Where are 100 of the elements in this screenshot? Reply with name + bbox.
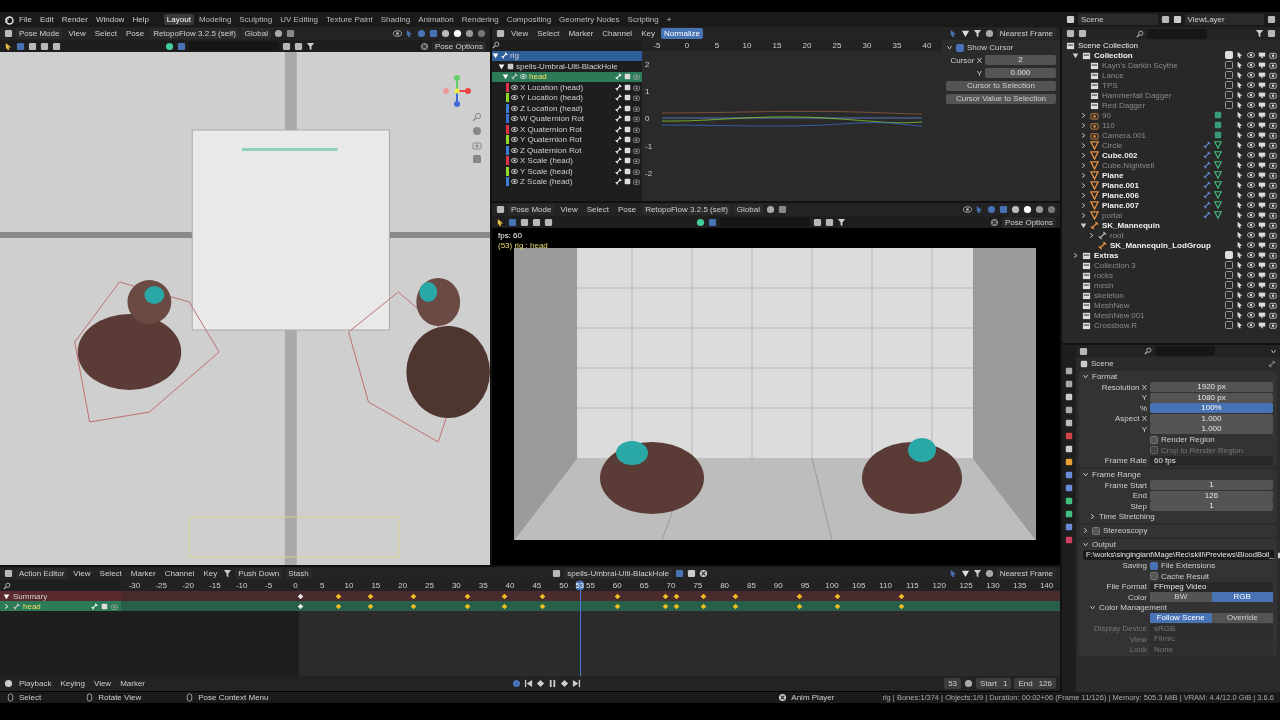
viewport-icon[interactable] [1258, 211, 1266, 219]
render-shading-icon[interactable] [1047, 205, 1056, 214]
disclosure-triangle-icon[interactable] [1080, 221, 1087, 229]
outliner-item[interactable]: Extras [1094, 250, 1119, 260]
viewport-icon[interactable] [1258, 111, 1266, 119]
outliner-item[interactable]: Plane.006 [1102, 190, 1139, 200]
number-field[interactable]: 1 [1150, 501, 1273, 512]
checkbox-icon[interactable] [624, 83, 631, 91]
lock-icon[interactable] [633, 146, 640, 154]
menu-item[interactable]: Window [92, 14, 128, 25]
select-subtract-icon[interactable] [40, 41, 49, 51]
checkbox[interactable] [1150, 561, 1158, 570]
channel-name[interactable]: head [23, 601, 41, 611]
object-filter-icon[interactable] [708, 217, 718, 227]
checkbox-icon[interactable] [101, 602, 108, 610]
armature-icon[interactable] [501, 52, 508, 60]
number-field[interactable]: 126 [1150, 490, 1273, 501]
visibility-icon[interactable] [1247, 221, 1255, 229]
editor-type-icon[interactable] [496, 205, 505, 214]
exclude-checkbox[interactable] [1225, 81, 1233, 89]
checkbox-icon[interactable] [624, 73, 631, 81]
option-button[interactable]: BW [1150, 592, 1212, 603]
channel-name[interactable]: head [529, 72, 547, 82]
pose-options-button[interactable]: Pose Options [431, 40, 486, 52]
channel-name[interactable]: X Location (head) [520, 82, 584, 92]
render-icon[interactable] [1269, 241, 1277, 249]
pause-icon[interactable] [547, 679, 557, 688]
pivot-icon[interactable] [984, 569, 994, 578]
filter-mode-icon[interactable] [1078, 29, 1087, 38]
lock-icon[interactable] [633, 94, 640, 102]
channel-name[interactable]: Y Location (head) [520, 93, 583, 103]
lock-icon[interactable] [633, 115, 640, 123]
channel-name[interactable]: W Quaternion Rot [520, 114, 585, 124]
exclude-checkbox[interactable] [1225, 61, 1233, 69]
subpanel-title[interactable]: Time Stretching [1099, 512, 1155, 522]
xray-icon[interactable] [429, 29, 438, 38]
visibility-icon[interactable] [1247, 171, 1255, 179]
viewport-icon[interactable] [1258, 91, 1266, 99]
render-icon[interactable] [1269, 121, 1277, 129]
search-icon[interactable] [1135, 29, 1144, 38]
exclude-checkbox[interactable] [1225, 281, 1233, 289]
exclude-checkbox[interactable] [1225, 261, 1233, 269]
visibility-icon[interactable] [1247, 61, 1255, 69]
workspace-tab[interactable]: Sculpting [236, 14, 276, 25]
viewport-icon[interactable] [1258, 261, 1266, 269]
push-down-button[interactable]: Push Down [235, 568, 283, 579]
show-cursor-checkbox[interactable] [956, 43, 964, 52]
visibility-icon[interactable] [1247, 71, 1255, 79]
visibility-icon[interactable] [1247, 251, 1255, 259]
gizmo-toggle-icon[interactable] [405, 29, 414, 38]
jump-end-icon[interactable] [571, 679, 581, 688]
cursor-button[interactable]: Cursor Value to Selection [946, 94, 1056, 104]
lock-icon[interactable] [633, 157, 640, 165]
snap-dropdown[interactable]: Nearest Frame [996, 568, 1056, 579]
checkbox-icon[interactable] [624, 157, 631, 165]
outliner-item[interactable]: SK_Mannequin [1102, 220, 1160, 230]
menu-item[interactable]: Keying [57, 678, 88, 689]
exclude-checkbox[interactable] [1225, 91, 1233, 99]
warning-icon[interactable] [960, 29, 970, 38]
overlay-icon[interactable] [417, 29, 426, 38]
channel-name[interactable]: Y Quaternion Rot [520, 135, 582, 145]
render-icon[interactable] [1269, 261, 1277, 269]
editor-type-icon[interactable] [496, 29, 505, 38]
outliner-item[interactable]: TPS [1102, 80, 1118, 90]
menu-item[interactable]: Select [583, 204, 612, 215]
exclude-checkbox[interactable] [1225, 271, 1233, 279]
exclude-checkbox[interactable] [1225, 301, 1233, 309]
viewport-icon[interactable] [1258, 121, 1266, 129]
new-view-layer-icon[interactable] [1267, 15, 1276, 24]
checkbox-icon[interactable] [624, 167, 631, 175]
menu-item[interactable]: Channel [161, 568, 198, 579]
eye-icon[interactable] [511, 157, 518, 165]
search-field[interactable] [1154, 346, 1215, 356]
search-icon[interactable] [1143, 347, 1152, 355]
render-icon[interactable] [1269, 71, 1277, 79]
visibility-icon[interactable] [1247, 281, 1255, 289]
panel-checkbox[interactable] [1092, 526, 1100, 535]
visibility-icon[interactable] [1247, 141, 1255, 149]
select-intersect-icon[interactable] [52, 41, 61, 51]
action-dropdown[interactable]: spells-Umbral-Ulti-BlackHole [564, 568, 673, 579]
number-field[interactable]: 1 [1150, 480, 1273, 491]
menu-item[interactable]: Marker [117, 678, 149, 689]
action-icon[interactable] [507, 62, 514, 70]
visibility-icon[interactable] [1247, 321, 1255, 329]
material-shading-icon[interactable] [465, 29, 474, 38]
render-icon[interactable] [1269, 151, 1277, 159]
outliner-item[interactable]: Camera.001 [1102, 130, 1147, 140]
wireframe-shading-icon[interactable] [441, 29, 450, 38]
render-icon[interactable] [1269, 161, 1277, 169]
channel-name[interactable]: X Quaternion Rot [520, 124, 582, 134]
filter-icon[interactable] [972, 569, 982, 578]
workspace-tab[interactable]: Compositing [503, 14, 555, 25]
checkbox-icon[interactable] [624, 136, 631, 144]
number-field[interactable]: 1.000 [1150, 424, 1273, 435]
viewport-icon[interactable] [1258, 271, 1266, 279]
hierarchy-icon[interactable] [825, 217, 835, 227]
visibility-icon[interactable] [1247, 111, 1255, 119]
menu-item[interactable]: View [508, 28, 532, 39]
checkbox-icon[interactable] [624, 104, 631, 112]
render-icon[interactable] [1269, 321, 1277, 329]
